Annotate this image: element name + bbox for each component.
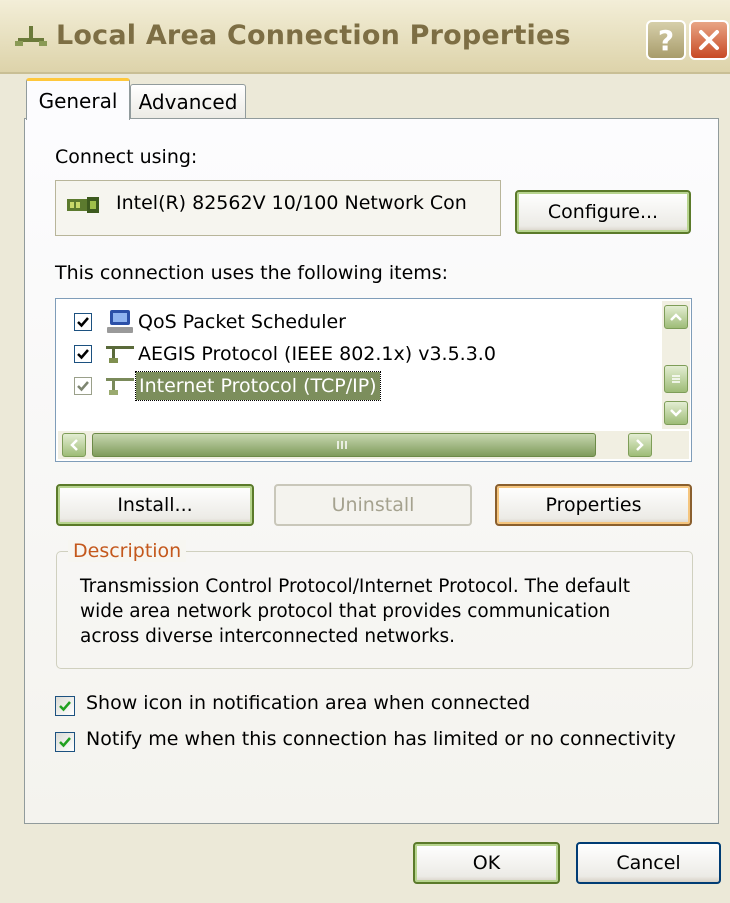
items-list[interactable]: QoS Packet Scheduler AEGIS Protocol (IEE…	[55, 298, 692, 462]
properties-dialog: Local Area Connection Properties ? Gener…	[0, 0, 730, 903]
list-item[interactable]: QoS Packet Scheduler	[56, 307, 656, 339]
check-icon	[77, 381, 89, 392]
network-connection-icon	[15, 26, 47, 46]
chevron-left-icon	[70, 439, 78, 451]
item-checkbox[interactable]	[74, 377, 92, 395]
chevron-right-icon	[636, 439, 644, 451]
chevron-down-icon	[670, 409, 682, 417]
uninstall-button[interactable]: Uninstall	[274, 484, 472, 526]
configure-button[interactable]: Configure...	[515, 190, 691, 234]
help-icon: ?	[657, 23, 675, 57]
horizontal-scroll-thumb[interactable]	[92, 433, 596, 457]
scroll-right-button[interactable]	[628, 433, 652, 457]
ok-button[interactable]: OK	[413, 842, 560, 884]
check-icon	[59, 701, 71, 712]
close-button[interactable]	[689, 20, 729, 60]
horizontal-scrollbar[interactable]	[58, 431, 689, 459]
properties-button[interactable]: Properties	[495, 484, 692, 526]
computer-icon	[107, 310, 133, 333]
title-bar[interactable]: Local Area Connection Properties ?	[0, 0, 730, 74]
grip-icon	[672, 375, 680, 383]
item-checkbox[interactable]	[74, 345, 92, 363]
grip-icon	[337, 441, 347, 449]
list-item[interactable]: AEGIS Protocol (IEEE 802.1x) v3.5.3.0	[56, 339, 656, 371]
tab-advanced[interactable]: Advanced	[130, 84, 246, 118]
connect-using-label: Connect using:	[55, 146, 198, 168]
install-button[interactable]: Install...	[56, 484, 254, 526]
description-text: Transmission Control Protocol/Internet P…	[80, 576, 630, 647]
notify-label[interactable]: Notify me when this connection has limit…	[86, 728, 676, 750]
show-icon-label[interactable]: Show icon in notification area when conn…	[86, 692, 530, 714]
vertical-scroll-thumb[interactable]	[664, 365, 688, 393]
adapter-name: Intel(R) 82562V 10/100 Network Con	[116, 192, 467, 214]
window-title: Local Area Connection Properties	[56, 20, 571, 51]
check-icon	[59, 737, 71, 748]
item-label: Internet Protocol (TCP/IP)	[135, 371, 381, 401]
vertical-scrollbar[interactable]	[662, 301, 690, 429]
cancel-button[interactable]: Cancel	[576, 842, 721, 884]
close-icon	[699, 30, 719, 50]
chevron-up-icon	[670, 313, 682, 321]
list-item-selected[interactable]: Internet Protocol (TCP/IP)	[56, 371, 656, 403]
items-label: This connection uses the following items…	[55, 262, 449, 284]
scroll-up-button[interactable]	[664, 305, 688, 329]
item-label: QoS Packet Scheduler	[138, 311, 346, 333]
notify-checkbox[interactable]	[55, 732, 75, 752]
check-icon	[77, 349, 89, 360]
tab-general-label: General	[38, 88, 118, 113]
item-checkbox[interactable]	[74, 313, 92, 331]
scroll-left-button[interactable]	[62, 433, 86, 457]
network-protocol-icon	[106, 346, 134, 363]
network-protocol-icon	[106, 378, 134, 395]
network-card-icon	[67, 197, 99, 213]
check-icon	[77, 317, 89, 328]
show-icon-checkbox[interactable]	[55, 696, 75, 716]
scroll-down-button[interactable]	[664, 401, 688, 425]
description-legend: Description	[68, 540, 187, 562]
item-label: AEGIS Protocol (IEEE 802.1x) v3.5.3.0	[138, 343, 496, 365]
tab-general[interactable]: General	[26, 78, 130, 120]
help-button[interactable]: ?	[646, 20, 686, 60]
tab-advanced-label: Advanced	[138, 89, 238, 114]
